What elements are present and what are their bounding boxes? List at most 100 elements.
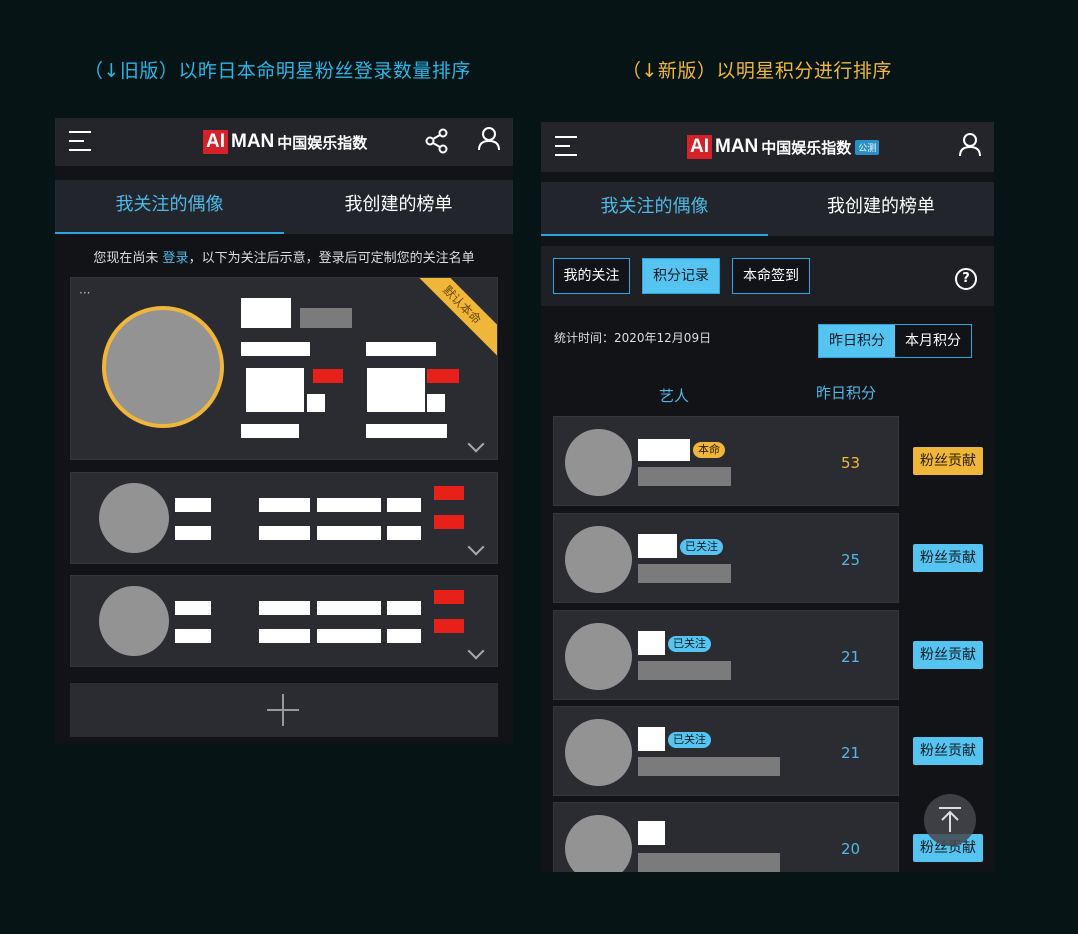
fan-contribution-button[interactable]: 粉丝贡献 — [913, 641, 983, 669]
user-icon[interactable] — [478, 126, 500, 152]
followed-badge: 已关注 — [668, 732, 711, 748]
redacted-text — [259, 601, 310, 615]
sub-tabs-bar: 我的关注 积分记录 本命签到 ? — [541, 246, 994, 306]
login-link[interactable]: 登录 — [163, 251, 189, 266]
ranking-row[interactable]: 已关注 25 — [553, 513, 899, 603]
redacted-text — [259, 526, 310, 540]
redacted-text — [259, 498, 310, 512]
main-tabs: 我关注的偶像 我创建的榜单 — [55, 180, 513, 234]
logo-man: MAN — [231, 131, 275, 152]
avatar — [565, 526, 632, 593]
avatar — [565, 429, 632, 496]
redacted-name — [638, 821, 665, 845]
tab-my-lists[interactable]: 我创建的榜单 — [768, 182, 994, 236]
followed-badge: 已关注 — [680, 539, 723, 555]
subtab-checkin[interactable]: 本命签到 — [732, 258, 810, 294]
avatar — [565, 623, 632, 690]
back-to-top-button[interactable] — [924, 794, 976, 846]
menu-icon[interactable] — [69, 131, 91, 151]
avatar — [565, 719, 632, 786]
avatar — [102, 306, 224, 428]
redacted-text — [638, 467, 731, 486]
col-header-score: 昨日积分 — [816, 384, 877, 402]
redacted-name — [638, 534, 677, 558]
more-options-icon[interactable]: ··· — [79, 287, 90, 299]
tab-my-idols[interactable]: 我关注的偶像 — [541, 182, 768, 236]
logo-cn: 中国娱乐指数 — [761, 138, 852, 157]
app-logo: AI MAN 中国娱乐指数 公测 — [687, 134, 880, 160]
redacted-text — [638, 757, 780, 776]
old-version-screen: AI MAN 中国娱乐指数 我关注的偶像 我创建的榜单 您现在尚未 登录，以下为… — [55, 118, 513, 744]
redacted-text — [638, 853, 780, 872]
redacted-text — [175, 498, 211, 512]
col-header-artist: 艺人 — [659, 387, 690, 405]
chevron-down-icon[interactable] — [467, 642, 485, 660]
redacted-text — [317, 601, 381, 615]
ranking-row[interactable]: 20 — [553, 802, 899, 872]
redacted-text — [317, 526, 381, 540]
redacted-text — [175, 526, 211, 540]
idol-card-primary[interactable]: ··· 默认本命 — [70, 277, 498, 460]
idol-card[interactable] — [70, 472, 498, 564]
redacted-text — [317, 629, 381, 643]
logo-man: MAN — [715, 136, 759, 157]
new-version-screen: AI MAN 中国娱乐指数 公测 我关注的偶像 我创建的榜单 我的关注 积分记录… — [541, 122, 994, 872]
share-icon[interactable] — [425, 128, 449, 154]
redacted-value — [246, 368, 304, 412]
redacted-label — [241, 342, 310, 356]
red-indicator — [434, 515, 464, 529]
score-value: 53 — [841, 454, 861, 472]
chevron-down-icon[interactable] — [467, 435, 485, 453]
add-idol-button[interactable] — [70, 683, 498, 737]
avatar — [99, 586, 169, 656]
app-logo: AI MAN 中国娱乐指数 — [203, 129, 367, 155]
points-period-toggle: 昨日积分 本月积分 — [818, 324, 972, 358]
stat-date: 统计时间：2020年12月09日 — [554, 331, 712, 345]
redacted-text — [638, 661, 731, 680]
red-indicator — [434, 590, 464, 604]
avatar — [99, 483, 169, 553]
fan-contribution-button[interactable]: 粉丝贡献 — [913, 544, 983, 572]
new-version-caption: （↓新版）以明星积分进行排序 — [622, 60, 892, 82]
redacted-text — [259, 629, 310, 643]
redacted-text — [317, 498, 381, 512]
ranking-row[interactable]: 已关注 21 — [553, 610, 899, 700]
redacted-text — [387, 498, 421, 512]
fan-contribution-button[interactable]: 粉丝贡献 — [913, 737, 983, 765]
seg-yesterday[interactable]: 昨日积分 — [819, 325, 895, 357]
main-tabs: 我关注的偶像 我创建的榜单 — [541, 182, 994, 236]
help-icon[interactable]: ? — [955, 268, 977, 290]
logo-ai: AI — [203, 130, 228, 154]
tab-my-lists[interactable]: 我创建的榜单 — [284, 180, 513, 234]
redacted-value — [307, 394, 325, 412]
score-value: 21 — [841, 648, 861, 666]
logo-ai: AI — [687, 135, 712, 159]
ribbon-label: 默认本命 — [413, 278, 497, 359]
fan-contribution-button[interactable]: 粉丝贡献 — [913, 447, 983, 475]
redacted-text — [638, 564, 731, 583]
ranking-row[interactable]: 本命 53 — [553, 416, 899, 506]
avatar — [565, 815, 632, 872]
subtab-my-follows[interactable]: 我的关注 — [553, 258, 630, 294]
redacted-text — [175, 601, 211, 615]
redacted-text — [387, 601, 421, 615]
redacted-value — [427, 394, 445, 412]
red-indicator — [434, 486, 464, 500]
ranking-row[interactable]: 已关注 21 — [553, 706, 899, 796]
chevron-down-icon[interactable] — [467, 538, 485, 556]
redacted-name — [638, 631, 665, 655]
menu-icon[interactable] — [555, 136, 577, 156]
tab-my-idols[interactable]: 我关注的偶像 — [55, 180, 284, 234]
followed-badge: 已关注 — [668, 636, 711, 652]
login-notice: 您现在尚未 登录，以下为关注后示意，登录后可定制您的关注名单 — [55, 247, 513, 266]
arrow-up-icon — [939, 807, 961, 832]
logo-cn: 中国娱乐指数 — [277, 133, 368, 152]
notice-suffix: ，以下为关注后示意，登录后可定制您的关注名单 — [188, 251, 475, 266]
redacted-name — [638, 439, 690, 461]
red-indicator — [313, 369, 343, 383]
redacted-name — [241, 298, 291, 328]
user-icon[interactable] — [959, 132, 981, 158]
subtab-points-record[interactable]: 积分记录 — [642, 258, 720, 294]
idol-card[interactable] — [70, 575, 498, 667]
seg-month[interactable]: 本月积分 — [895, 325, 971, 357]
